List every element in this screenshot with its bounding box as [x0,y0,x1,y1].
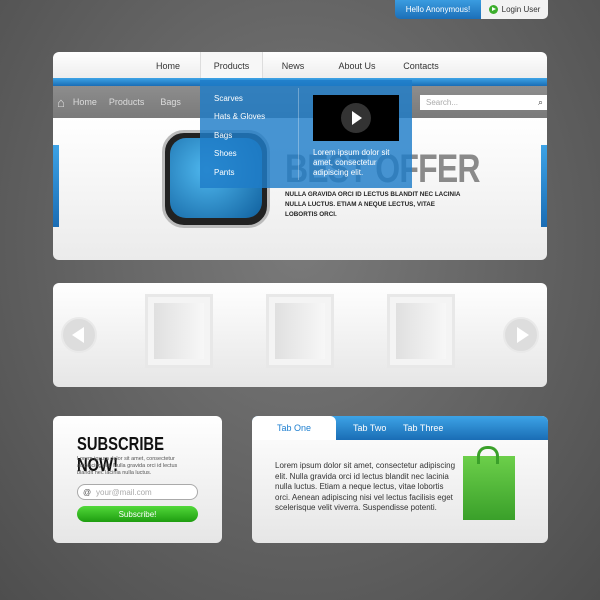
tab-three[interactable]: Tab Three [403,416,443,440]
main-nav: Home Products News About Us Contacts [53,52,547,80]
subscribe-text: Lorem ipsum dolor sit amet, consectetur … [77,456,178,476]
arrow-left-icon [72,327,84,343]
tab-content: Lorem ipsum dolor sit amet, consectetur … [275,461,456,512]
nav-about[interactable]: About Us [323,52,391,80]
menu-item-scarves[interactable]: Scarves [214,94,243,103]
search-input[interactable]: Search... ⌕ [420,95,547,110]
subscribe-button[interactable]: Subscribe! [77,506,198,522]
hero-subtitle: NULLA GRAVIDA ORCI ID LECTUS BLANDIT NEC… [285,191,461,218]
nav-contacts[interactable]: Contacts [391,52,451,80]
login-button[interactable]: Login User [481,0,548,19]
slider-next-button[interactable] [503,317,539,353]
menu-item-shoes[interactable]: Shoes [214,149,237,158]
product-box[interactable] [145,294,213,368]
nav-products[interactable]: Products [200,52,263,80]
home-icon[interactable]: ⌂ [57,95,65,110]
email-placeholder: your@mail.com [96,487,152,497]
dropdown-text: Lorem ipsum dolor sit amet, consectetur … [313,148,390,177]
search-placeholder: Search... [426,98,459,107]
shopping-bag-icon [463,446,515,520]
crumb-products[interactable]: Products [109,97,145,107]
user-bar: Hello Anonymous! Login User [395,0,548,19]
tab-one[interactable]: Tab One [252,416,336,440]
arrow-right-icon [517,327,529,343]
email-input[interactable]: @ your@mail.com [77,484,198,500]
play-icon[interactable] [341,103,371,133]
menu-item-bags[interactable]: Bags [214,131,232,140]
search-icon[interactable]: ⌕ [538,97,543,108]
at-icon: @ [83,487,92,497]
product-box[interactable] [387,294,455,368]
hero-next-button[interactable] [541,145,547,227]
tab-two[interactable]: Tab Two [353,416,386,440]
subscribe-panel: SUBSCRIBE NOW! Lorem ipsum dolor sit ame… [53,416,222,543]
nav-news[interactable]: News [263,52,323,80]
nav-home[interactable]: Home [53,52,200,80]
greeting: Hello Anonymous! [395,0,481,19]
hero-prev-button[interactable] [53,145,59,227]
crumb-bags[interactable]: Bags [160,97,181,107]
slider-prev-button[interactable] [61,317,97,353]
crumb-home[interactable]: Home [73,97,97,107]
tab-bar: Tab One Tab Two Tab Three [252,416,548,440]
menu-item-pants[interactable]: Pants [214,168,234,177]
login-label: Login User [501,5,541,14]
menu-item-hats-gloves[interactable]: Hats & Gloves [214,112,265,121]
product-box[interactable] [266,294,334,368]
login-icon [488,5,498,14]
